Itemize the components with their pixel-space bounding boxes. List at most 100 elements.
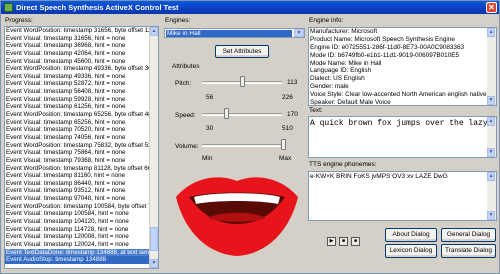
list-item[interactable]: Event WordPosition: timestamp 31656, byt…: [5, 27, 158, 35]
main-window: Direct Speech Synthesis ActiveX Control …: [0, 0, 500, 274]
scroll-down-icon[interactable]: ▼: [487, 148, 495, 157]
phonemes-value: e·KW×K BRIN FoKS jvMPS OV3 xv LAZE DwG: [310, 173, 448, 180]
window-title: Direct Speech Synthesis ActiveX Control …: [16, 3, 179, 12]
scroll-thumb[interactable]: [150, 227, 158, 251]
list-item[interactable]: Event Visual: timestamp 56408, hint = no…: [5, 88, 158, 96]
phonemes-label: TTS engine phonemes:: [309, 161, 377, 168]
list-item[interactable]: Event TextDataDone: timestamp 134888, at…: [5, 248, 158, 257]
engine-info-line: Engine ID: e0725551-286f-11d0-8E73-00A0C…: [310, 43, 465, 51]
engine-info-line: Mode ID: b6749fb0-e1b1-11d1-9019-006097B…: [310, 51, 460, 59]
list-item[interactable]: Event Visual: timestamp 36968, hint = no…: [5, 42, 158, 50]
list-item[interactable]: Event Visual: timestamp 61256, hint = no…: [5, 103, 158, 111]
volume-label: Volume:: [175, 143, 199, 150]
play-button[interactable]: ▶: [327, 237, 336, 246]
list-item[interactable]: Event Visual: timestamp 65256, hint = no…: [5, 119, 158, 127]
list-item[interactable]: Event Visual: timestamp 45600, hint = no…: [5, 58, 158, 66]
engine-info-line: Dialect: US English: [310, 75, 365, 83]
scroll-down-icon[interactable]: ▼: [487, 211, 495, 220]
translate-dialog-button[interactable]: Translate Dialog: [441, 244, 496, 258]
chevron-down-icon[interactable]: ▼: [294, 29, 304, 37]
list-item[interactable]: Event Visual: timestamp 86440, hint = no…: [5, 180, 158, 188]
title-bar: Direct Speech Synthesis ActiveX Control …: [1, 1, 499, 14]
list-item[interactable]: Event Visual: timestamp 100584, hint = n…: [5, 210, 158, 218]
lexicon-dialog-button[interactable]: Lexicon Dialog: [385, 244, 437, 258]
list-item[interactable]: Event WordPosition: timestamp 65256, byt…: [5, 111, 158, 119]
engine-info-line: Language ID: English: [310, 67, 372, 75]
phonemes-scrollbar[interactable]: ▲ ▼: [487, 172, 496, 220]
engine-info-line: Product Name: Microsoft Speech Synthesis…: [310, 35, 455, 43]
pause-button[interactable]: ■: [339, 237, 348, 246]
list-item[interactable]: Event Visual: timestamp 79368, hint = no…: [5, 157, 158, 165]
list-item[interactable]: Event Visual: timestamp 49336, hint = no…: [5, 73, 158, 81]
engines-selected: Mike in Hall: [166, 30, 292, 37]
list-item[interactable]: Event Visual: timestamp 104120, hint = n…: [5, 218, 158, 226]
progress-label: Progress:: [5, 17, 33, 24]
volume-slider[interactable]: [281, 139, 286, 150]
list-item[interactable]: Event WordPosition: timestamp 49336, byt…: [5, 65, 158, 73]
list-item[interactable]: Event Visual: timestamp 120008, hint = n…: [5, 233, 158, 241]
volume-min: Min: [202, 155, 213, 162]
scroll-down-icon[interactable]: ▼: [487, 96, 495, 105]
list-item[interactable]: Event Visual: timestamp 59928, hint = no…: [5, 96, 158, 104]
text-value: A quick brown fox jumps over the lazy do…: [310, 119, 497, 128]
engines-label: Engines:: [165, 17, 191, 24]
scroll-up-icon[interactable]: ▲: [487, 117, 495, 126]
list-item[interactable]: Event WordPosition: timestamp 100584, by…: [5, 203, 158, 211]
scroll-down-icon[interactable]: ▼: [150, 259, 158, 268]
mouth-image: [176, 177, 298, 256]
pitch-min: 56: [206, 94, 214, 101]
engine-info-line: Mode Name: Mike in Hall: [310, 59, 382, 67]
engine-info-line: Manufacturer: Microsoft: [310, 28, 378, 35]
pitch-label: Pitch:: [175, 80, 192, 87]
pitch-max: 226: [282, 94, 293, 101]
list-item[interactable]: Event WordPosition: timestamp 75832, byt…: [5, 142, 158, 150]
list-item[interactable]: Event Visual: timestamp 52872, hint = no…: [5, 80, 158, 88]
list-item[interactable]: Event Visual: timestamp 42064, hint = no…: [5, 50, 158, 58]
volume-max: Max: [279, 155, 292, 162]
engine-info-line: Speaker: Default Male Voice: [310, 99, 391, 106]
speed-slider[interactable]: [223, 108, 229, 119]
speed-slider-track: [202, 113, 282, 116]
progress-rows: Event WordPosition: timestamp 31656, byt…: [5, 27, 158, 264]
progress-scrollbar[interactable]: ▲ ▼: [149, 27, 158, 268]
close-button[interactable]: ✕: [486, 2, 497, 13]
progress-list[interactable]: Event WordPosition: timestamp 31656, byt…: [4, 26, 159, 269]
engine-info-lines: Manufacturer: Microsoft Product Name: Mic…: [309, 28, 496, 106]
engine-info-scrollbar[interactable]: ▲ ▼: [487, 28, 496, 105]
about-dialog-button[interactable]: About Dialog: [385, 228, 437, 242]
speed-label: Speed:: [175, 112, 196, 119]
speed-min: 30: [206, 125, 214, 132]
list-item[interactable]: Event WordPosition: timestamp 81128, byt…: [5, 165, 158, 173]
text-scrollbar[interactable]: ▲ ▼: [487, 117, 496, 157]
list-item[interactable]: Event Visual: timestamp 120024, hint = n…: [5, 241, 158, 249]
list-item[interactable]: Event Visual: timestamp 81160, hint = no…: [5, 172, 158, 180]
text-label: Text:: [309, 107, 323, 114]
list-item[interactable]: Event Visual: timestamp 93512, hint = no…: [5, 187, 158, 195]
pitch-value: 113: [287, 79, 298, 86]
phonemes-box[interactable]: e·KW×K BRIN FoKS jvMPS OV3 xv LAZE DwG ▲…: [308, 171, 497, 221]
text-box[interactable]: A quick brown fox jumps over the lazy do…: [308, 116, 497, 158]
list-item[interactable]: Event Visual: timestamp 97048, hint = no…: [5, 195, 158, 203]
list-item[interactable]: Event Visual: timestamp 74056, hint = no…: [5, 134, 158, 142]
engine-info-line: Voice Style: Clear low-accented North Am…: [310, 91, 487, 99]
scroll-up-icon[interactable]: ▲: [487, 28, 495, 37]
list-item[interactable]: Event Visual: timestamp 75864, hint = no…: [5, 149, 158, 157]
pitch-slider[interactable]: [239, 76, 245, 87]
scroll-up-icon[interactable]: ▲: [487, 172, 495, 181]
set-attributes-button[interactable]: Set Attributes: [215, 45, 269, 58]
speed-value: 170: [287, 111, 298, 118]
scroll-up-icon[interactable]: ▲: [150, 27, 158, 36]
stop-button[interactable]: ■: [351, 237, 360, 246]
speed-max: 510: [282, 125, 293, 132]
attributes-caption: Attributes: [171, 63, 201, 70]
engines-combo[interactable]: Mike in Hall ▼: [164, 28, 305, 38]
list-item[interactable]: Event Visual: timestamp 31656, hint = no…: [5, 35, 158, 43]
list-item[interactable]: Event Visual: timestamp 70520, hint = no…: [5, 126, 158, 134]
general-dialog-button[interactable]: General Dialog: [441, 228, 496, 242]
list-item[interactable]: Event AudioStop: timestamp 134888: [5, 256, 158, 264]
app-icon: [4, 3, 13, 12]
engine-info-line: Gender: male: [310, 83, 349, 91]
engine-info-label: Engine info:: [309, 17, 344, 24]
list-item[interactable]: Event Visual: timestamp 114728, hint = n…: [5, 226, 158, 234]
engine-info-box[interactable]: Manufacturer: Microsoft Product Name: Mic…: [308, 27, 497, 106]
